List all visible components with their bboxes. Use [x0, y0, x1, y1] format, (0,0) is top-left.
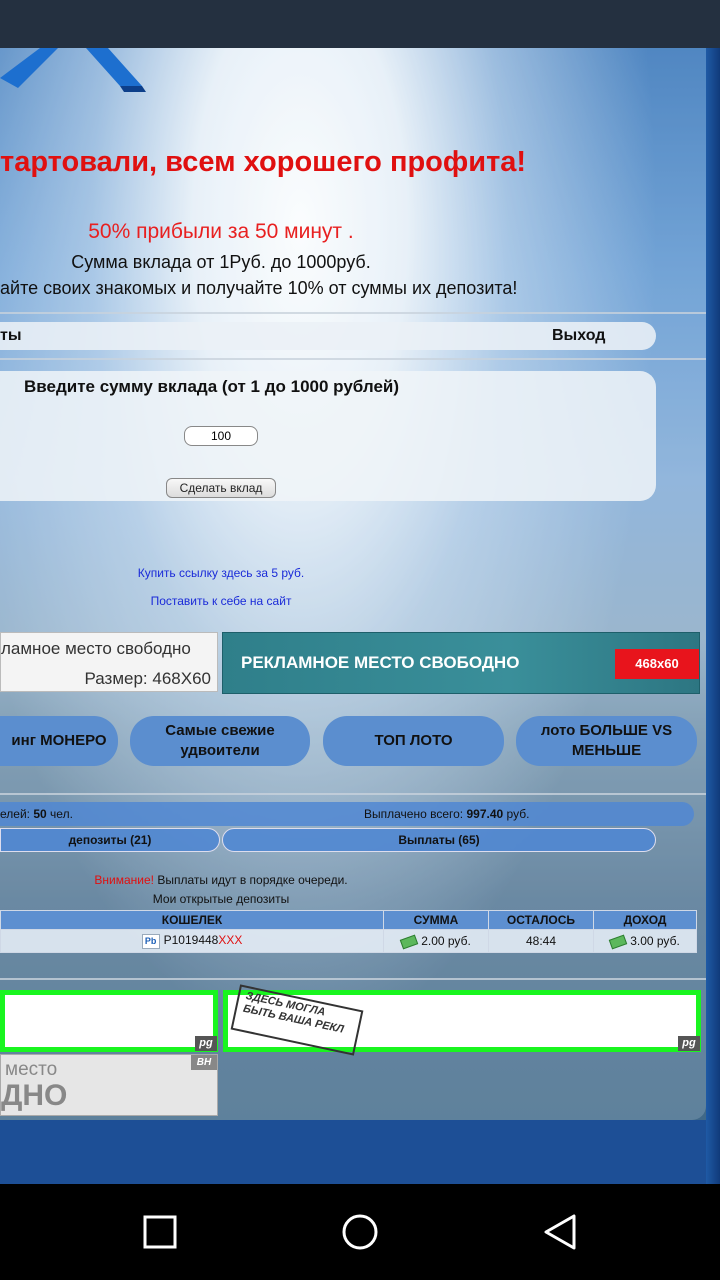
- menu-item-left[interactable]: ты: [0, 327, 22, 345]
- ad-banner-right[interactable]: РЕКЛАМНОЕ МЕСТО СВОБОДНО 468x60: [222, 632, 700, 694]
- tab-deposits[interactable]: депозиты (21): [0, 828, 220, 852]
- table-row: Pb P1019448XXX 2.00 руб. 48:44 3.00 руб.: [0, 929, 697, 953]
- payout-notice: Внимание! Выплаты идут в порядке очереди…: [94, 873, 348, 887]
- make-deposit-button[interactable]: Сделать вклад: [166, 478, 276, 498]
- nav-button-monero[interactable]: инг МОНЕРО: [0, 716, 118, 766]
- nav-button-top-lotto[interactable]: ТОП ЛОТО: [323, 716, 504, 766]
- deposit-range-text: Сумма вклада от 1Руб. до 1000руб.: [71, 252, 371, 272]
- divider: [0, 358, 706, 360]
- wallet-cell: Pb P1019448XXX: [0, 929, 384, 953]
- page-edge: [706, 48, 720, 1184]
- ad-banner-bottom[interactable]: место ДНО BH: [0, 1054, 218, 1116]
- col-amount: СУММА: [383, 910, 489, 930]
- stats-bar: елей: 50 чел. Выплачено всего: 997.40 ру…: [0, 802, 694, 826]
- deposit-form-title: Введите сумму вклада (от 1 до 1000 рубле…: [24, 377, 400, 396]
- income-cell: 3.00 руб.: [593, 929, 697, 953]
- divider: [0, 978, 706, 980]
- content-panel: тартовали, всем хорошего профита! 50% пр…: [0, 48, 706, 1120]
- amount-cell: 2.00 руб.: [383, 929, 489, 953]
- users-stat: елей: 50 чел.: [0, 807, 73, 821]
- status-bar: [0, 0, 720, 48]
- divider: [0, 312, 706, 314]
- square-nav-icon[interactable]: [140, 1212, 180, 1252]
- bh-tag: BH: [191, 1055, 217, 1070]
- money-icon: [399, 934, 419, 950]
- ad-left-line2: Размер: 468X60: [84, 669, 212, 688]
- back-nav-icon[interactable]: [540, 1212, 580, 1252]
- logo-fragment: [0, 48, 146, 92]
- tab-payouts[interactable]: Выплаты (65): [222, 828, 656, 852]
- nav-button-doublers[interactable]: Самые свежие удвоители: [130, 716, 310, 766]
- user-menu-bar: ты Выход: [0, 322, 656, 350]
- buy-link[interactable]: Купить ссылку здесь за 5 руб.: [0, 566, 442, 580]
- pb-icon: Pb: [141, 933, 160, 949]
- android-nav-bar: [0, 1184, 720, 1280]
- ad-right-text: РЕКЛАМНОЕ МЕСТО СВОБОДНО: [241, 653, 520, 672]
- circle-nav-icon[interactable]: [340, 1212, 380, 1252]
- promo-text: 50% прибыли за 50 минут .: [88, 220, 354, 243]
- deposit-amount-input[interactable]: [184, 426, 258, 446]
- page-footer-background: [0, 1120, 706, 1184]
- time-left-cell: 48:44: [488, 929, 594, 953]
- pg-tag: pg: [678, 1036, 700, 1051]
- open-deposits-title: Мои открытые депозиты: [152, 892, 290, 906]
- deposit-form: Введите сумму вклада (от 1 до 1000 рубле…: [0, 371, 656, 501]
- ad-banner-left[interactable]: ламное место свободно Размер: 468X60: [0, 632, 218, 692]
- place-link[interactable]: Поставить к себе на сайт: [0, 594, 442, 608]
- web-page: тартовали, всем хорошего профита! 50% пр…: [0, 48, 720, 1184]
- referral-text: айте своих знакомых и получайте 10% от с…: [0, 278, 518, 298]
- pg-tag: pg: [195, 1036, 217, 1051]
- nav-button-lotto-more-less[interactable]: лото БОЛЬШЕ VS МЕНЬШЕ: [516, 716, 697, 766]
- paid-stat: Выплачено всего: 997.40 руб.: [364, 807, 530, 821]
- ad-left-line1: ламное место свободно: [1, 639, 191, 658]
- money-icon: [608, 934, 628, 950]
- ad-stamp-image: ЗДЕСЬ МОГЛА БЫТЬ ВАША РЕКЛ: [230, 984, 364, 1056]
- ad-bottom-line1: место: [5, 1059, 58, 1080]
- headline: тартовали, всем хорошего профита!: [0, 146, 527, 178]
- col-left: ОСТАЛОСЬ: [488, 910, 594, 930]
- deposits-table: КОШЕЛЕК СУММА ОСТАЛОСЬ ДОХОД Pb P1019448X…: [0, 910, 697, 953]
- ad-size-badge: 468x60: [615, 649, 699, 679]
- green-banner-right[interactable]: ЗДЕСЬ МОГЛА БЫТЬ ВАША РЕКЛ pg: [223, 984, 701, 1056]
- col-wallet: КОШЕЛЕК: [0, 910, 384, 930]
- divider: [0, 793, 706, 795]
- ad-bottom-line2: ДНО: [1, 1079, 68, 1112]
- green-banner-left[interactable]: pg: [0, 990, 218, 1052]
- col-income: ДОХОД: [593, 910, 697, 930]
- logout-link[interactable]: Выход: [552, 327, 605, 345]
